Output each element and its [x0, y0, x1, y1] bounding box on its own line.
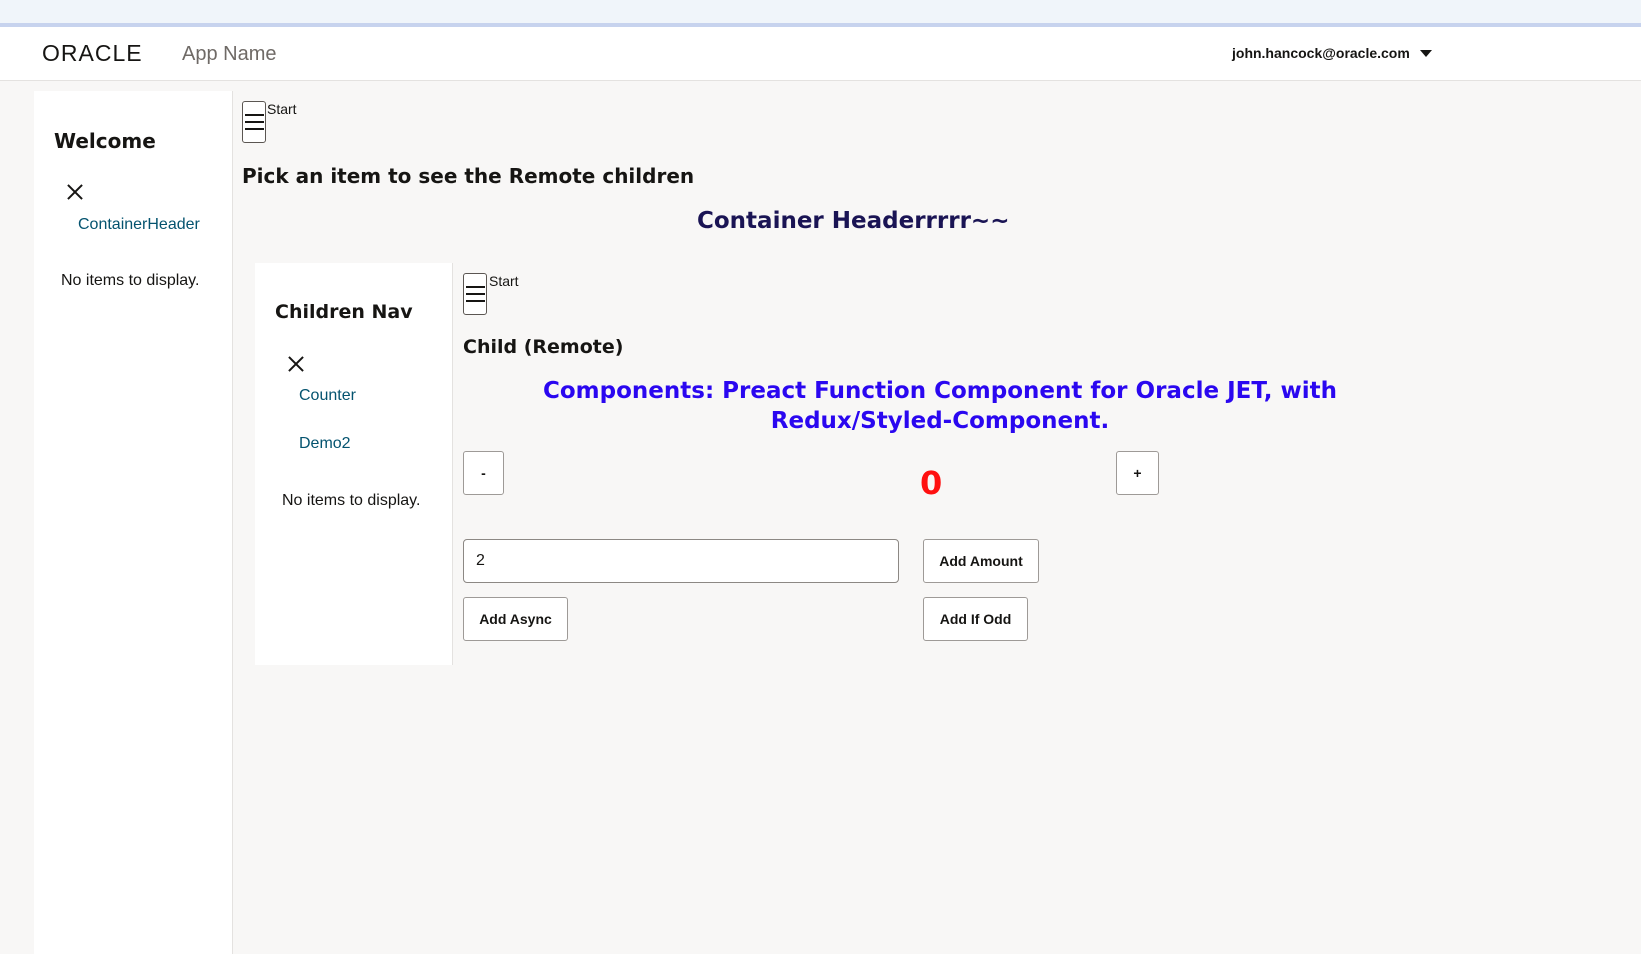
start-label: Start — [267, 101, 297, 117]
amount-input[interactable] — [463, 539, 899, 583]
container-header-title: Container Headerrrrr~~ — [697, 208, 1010, 234]
add-amount-button[interactable]: Add Amount — [923, 539, 1039, 583]
sidenav-title: Welcome — [54, 129, 156, 153]
browser-top-strip — [0, 0, 1641, 23]
close-icon[interactable] — [287, 355, 305, 373]
child-start-label: Start — [489, 273, 519, 289]
children-nav-item-counter[interactable]: Counter — [299, 387, 356, 405]
add-async-button[interactable]: Add Async — [463, 597, 568, 641]
children-nav-empty-text: No items to display. — [282, 492, 421, 509]
chevron-down-icon[interactable] — [1420, 50, 1432, 57]
children-nav-drawer: Children Nav Counter Demo2 No items to d… — [255, 263, 453, 665]
increment-button[interactable]: + — [1116, 451, 1159, 495]
app-name: App Name — [182, 43, 277, 65]
components-title: Components: Preact Function Component fo… — [543, 378, 1337, 434]
child-heading: Child (Remote) — [463, 336, 624, 358]
sidenav-empty-text: No items to display. — [61, 272, 200, 289]
hamburger-menu-button[interactable] — [242, 101, 266, 143]
svg-text:ORACLE: ORACLE — [42, 42, 143, 64]
children-nav-item-demo2[interactable]: Demo2 — [299, 435, 351, 453]
sidenav-drawer: Welcome ContainerHeader No items to disp… — [34, 91, 233, 954]
child-hamburger-menu-button[interactable] — [463, 273, 487, 315]
add-if-odd-button[interactable]: Add If Odd — [923, 597, 1028, 641]
children-nav-title: Children Nav — [275, 301, 413, 323]
app-header: ORACLE App Name john.hancock@oracle.com — [0, 27, 1641, 81]
oracle-logo-icon: ORACLE — [42, 42, 143, 64]
oracle-logo: ORACLE — [42, 40, 177, 64]
close-icon[interactable] — [66, 183, 84, 201]
user-menu-email[interactable]: john.hancock@oracle.com — [1232, 45, 1410, 61]
counter-value: 0 — [920, 464, 943, 502]
page-heading: Pick an item to see the Remote children — [242, 164, 695, 188]
sidenav-item-containerheader[interactable]: ContainerHeader — [78, 216, 200, 234]
decrement-button[interactable]: - — [463, 451, 504, 495]
